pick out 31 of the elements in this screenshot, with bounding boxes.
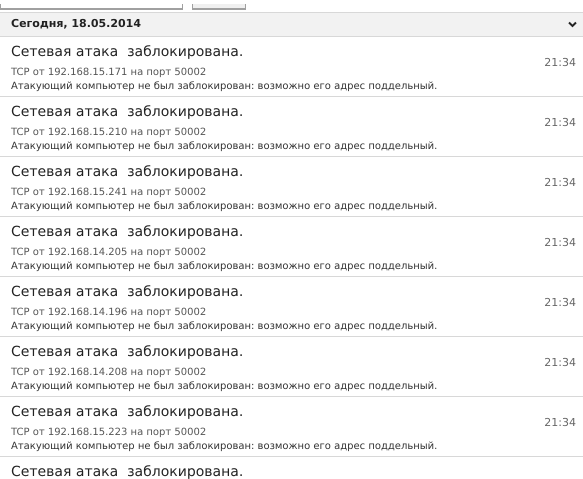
event-time: 21:34: [544, 355, 576, 371]
event-description: Атакующий компьютер не был заблокирован: возможно его адрес поддельный.: [11, 200, 438, 214]
event-title: Сетевая атака заблокирована.: [11, 223, 244, 242]
event-time: 21:34: [544, 175, 576, 191]
event-time: 21:34: [544, 115, 576, 131]
event-description: Атакующий компьютер не был заблокирован: возможно его адрес поддельный.: [11, 380, 438, 394]
event-detail: TCP от 192.168.15.223 на порт 50002: [11, 426, 208, 440]
event-time: 21:34: [544, 235, 576, 251]
event-time: 21:34: [544, 295, 576, 311]
event-title: Сетевая атака заблокирована.: [11, 163, 244, 182]
event-time: 21:34: [544, 415, 576, 431]
event-detail: TCP от 192.168.15.171 на порт 50002: [11, 66, 208, 80]
event-detail: TCP от 192.168.14.205 на порт 50002: [11, 246, 208, 260]
event-description: Атакующий компьютер не был заблокирован: возможно его адрес поддельный.: [11, 320, 438, 334]
group-header[interactable]: Сегодня, 18.05.2014: [0, 12, 583, 37]
event-title: Сетевая атака заблокирована.: [11, 403, 244, 422]
event-title: Сетевая атака заблокирована.: [11, 43, 244, 62]
event-description: Атакующий компьютер не был заблокирован: возможно его адрес поддельный.: [11, 140, 438, 154]
event-detail: TCP от 192.168.15.241 на порт 50002: [11, 186, 208, 200]
group-title: Сегодня, 18.05.2014: [11, 16, 141, 32]
event-detail: TCP от 192.168.14.196 на порт 50002: [11, 306, 208, 320]
event-title: Сетевая атака заблокирована.: [11, 103, 244, 122]
event-title: Сетевая атака заблокирована.: [11, 463, 244, 479]
event-description: Атакующий компьютер не был заблокирован: возможно его адрес поддельный.: [11, 440, 438, 454]
event-description: Атакующий компьютер не был заблокирован: возможно его адрес поддельный.: [11, 260, 438, 274]
event-detail: TCP от 192.168.14.208 на порт 50002: [11, 366, 208, 380]
event-detail: TCP от 192.168.15.210 на порт 50002: [11, 126, 208, 140]
event-time: 21:34: [544, 55, 576, 71]
event-title: Сетевая атака заблокирована.: [11, 283, 244, 302]
event-description: Атакующий компьютер не был заблокирован: возможно его адрес поддельный.: [11, 80, 438, 94]
event-title: Сетевая атака заблокирована.: [11, 343, 244, 362]
